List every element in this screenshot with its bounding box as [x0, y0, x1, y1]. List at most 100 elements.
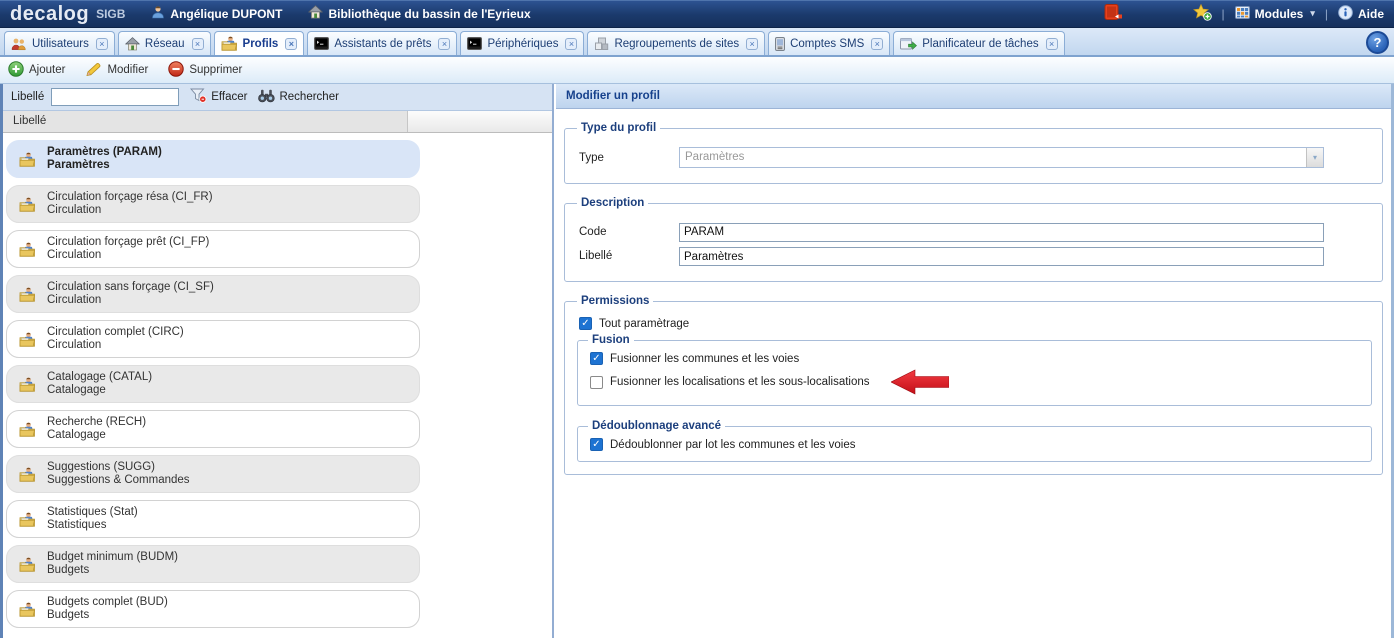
home-icon: [125, 37, 140, 51]
help-menu[interactable]: Aide: [1338, 5, 1384, 23]
info-icon: [1338, 5, 1353, 23]
libelle-input[interactable]: [679, 247, 1324, 266]
profile-name: Statistiques (Stat): [47, 506, 138, 519]
chevron-down-icon[interactable]: ▾: [1306, 148, 1323, 167]
tab-close-icon[interactable]: ×: [96, 38, 108, 50]
terminal-icon: [467, 37, 482, 50]
filter-bar: Libellé Effacer Rechercher: [3, 84, 552, 111]
site-name: Bibliothèque du bassin de l'Eyrieux: [328, 7, 530, 21]
tab-close-icon[interactable]: ×: [438, 38, 450, 50]
favorites-add-icon[interactable]: [1193, 4, 1212, 24]
tab-peripheriques[interactable]: Périphériques×: [460, 31, 584, 55]
modules-grid-icon: [1235, 6, 1250, 22]
help-circle-icon[interactable]: ?: [1366, 31, 1389, 54]
current-site[interactable]: Bibliothèque du bassin de l'Eyrieux: [308, 5, 530, 22]
tab-regroupements-de-sites[interactable]: Regroupements de sites×: [587, 31, 765, 55]
profile-name: Circulation forçage résa (CI_FR): [47, 191, 213, 204]
profile-row[interactable]: Paramètres (PARAM)Paramètres: [6, 140, 420, 178]
profile-row[interactable]: Circulation forçage résa (CI_FR)Circulat…: [6, 185, 420, 223]
type-select[interactable]: Paramètres ▾: [679, 147, 1324, 168]
profile-row[interactable]: Recherche (RECH)Catalogage: [6, 410, 420, 448]
code-input[interactable]: [679, 223, 1324, 242]
all-params-row: ✓ Tout paramètrage: [575, 317, 1372, 330]
delete-button[interactable]: Supprimer: [168, 61, 242, 80]
fusion-fieldset-legend: Fusion: [588, 334, 634, 346]
tab-reseau[interactable]: Réseau×: [118, 31, 211, 55]
profile-row[interactable]: Statistiques (Stat)Statistiques: [6, 500, 420, 538]
sites-icon: [594, 37, 609, 51]
exit-icon[interactable]: [1104, 4, 1123, 23]
tab-comptes-sms[interactable]: Comptes SMS×: [768, 31, 890, 55]
tab-close-icon[interactable]: ×: [192, 38, 204, 50]
checkbox[interactable]: ✓: [590, 438, 603, 451]
main-area: Libellé Effacer Rechercher Libellé Param…: [0, 84, 1394, 638]
users-icon: [11, 37, 27, 51]
profile-category: Catalogage: [47, 429, 146, 442]
list-column-header: Libellé: [3, 111, 552, 133]
search-button[interactable]: Rechercher: [258, 89, 338, 106]
profile-folder-icon: [221, 36, 238, 51]
profile-name: Recherche (RECH): [47, 416, 146, 429]
tab-close-icon[interactable]: ×: [746, 38, 758, 50]
all-params-checkbox[interactable]: ✓: [579, 317, 592, 330]
profile-folder-icon: [19, 152, 36, 167]
checkbox-row: Fusionner les localisations et les sous-…: [586, 369, 1363, 395]
filter-label: Libellé: [11, 91, 44, 103]
edit-profile-panel: Modifier un profil Type du profil Type P…: [556, 84, 1391, 638]
profile-list: Paramètres (PARAM)Paramètres Circulation …: [3, 133, 552, 628]
profile-folder-icon: [19, 467, 36, 482]
profile-row[interactable]: Catalogage (CATAL)Catalogage: [6, 365, 420, 403]
profile-folder-icon: [19, 602, 36, 617]
profile-category: Circulation: [47, 339, 184, 352]
profiles-list-panel: Libellé Effacer Rechercher Libellé Param…: [3, 84, 554, 638]
separator: |: [1325, 7, 1328, 21]
minus-circle-icon: [168, 61, 184, 80]
tab-close-icon[interactable]: ×: [871, 38, 883, 50]
add-button[interactable]: Ajouter: [8, 61, 65, 80]
profile-row[interactable]: Budget minimum (BUDM)Budgets: [6, 545, 420, 583]
checkbox-label: Dédoublonner par lot les communes et les…: [610, 439, 855, 451]
panel-title: Modifier un profil: [556, 84, 1391, 109]
edit-button[interactable]: Modifier: [85, 61, 148, 80]
profile-folder-icon: [19, 377, 36, 392]
type-label: Type: [579, 152, 679, 164]
tab-assistants-de-prets[interactable]: Assistants de prêts×: [307, 31, 457, 55]
profile-category: Catalogage: [47, 384, 152, 397]
profile-name: Catalogage (CATAL): [47, 371, 152, 384]
checkbox[interactable]: ✓: [590, 352, 603, 365]
modules-menu[interactable]: Modules ▾: [1235, 6, 1315, 22]
profile-row[interactable]: Circulation forçage prêt (CI_FP)Circulat…: [6, 230, 420, 268]
tab-close-icon[interactable]: ×: [1046, 38, 1058, 50]
column-empty: [408, 111, 552, 132]
checkbox[interactable]: [590, 376, 603, 389]
description-fieldset-legend: Description: [577, 197, 648, 209]
tab-profils[interactable]: Profils×: [214, 31, 305, 55]
description-fieldset: Description Code Libellé: [564, 197, 1383, 282]
separator: |: [1222, 7, 1225, 21]
tab-close-icon[interactable]: ×: [285, 38, 297, 50]
code-label: Code: [579, 226, 679, 238]
pencil-icon: [85, 61, 102, 80]
checkbox-row: ✓Fusionner les communes et les voies: [586, 352, 1363, 365]
terminal-icon: [314, 37, 329, 50]
filter-input[interactable]: [51, 88, 179, 106]
profile-name: Circulation complet (CIRC): [47, 326, 184, 339]
topbar: decalog SIGB Angélique DUPONT Bibliothèq…: [0, 0, 1394, 28]
toolbar: Ajouter Modifier Supprimer: [0, 57, 1394, 84]
tab-planificateur-de-taches[interactable]: Planificateur de tâches×: [893, 31, 1064, 55]
column-libelle[interactable]: Libellé: [3, 111, 408, 132]
tab-close-icon[interactable]: ×: [565, 38, 577, 50]
tabbar: Utilisateurs×Réseau×Profils×Assistants d…: [0, 28, 1394, 57]
profile-row[interactable]: Budgets complet (BUD)Budgets: [6, 590, 420, 628]
clear-filter-button[interactable]: Effacer: [190, 88, 247, 106]
profile-row[interactable]: Suggestions (SUGG)Suggestions & Commande…: [6, 455, 420, 493]
profile-category: Suggestions & Commandes: [47, 474, 190, 487]
current-user[interactable]: Angélique DUPONT: [151, 5, 282, 22]
profile-row[interactable]: Circulation sans forçage (CI_SF)Circulat…: [6, 275, 420, 313]
profile-row[interactable]: Circulation complet (CIRC)Circulation: [6, 320, 420, 358]
profile-folder-icon: [19, 197, 36, 212]
profile-folder-icon: [19, 287, 36, 302]
tab-utilisateurs[interactable]: Utilisateurs×: [4, 31, 115, 55]
libelle-label: Libellé: [579, 250, 679, 262]
profile-category: Statistiques: [47, 519, 138, 532]
